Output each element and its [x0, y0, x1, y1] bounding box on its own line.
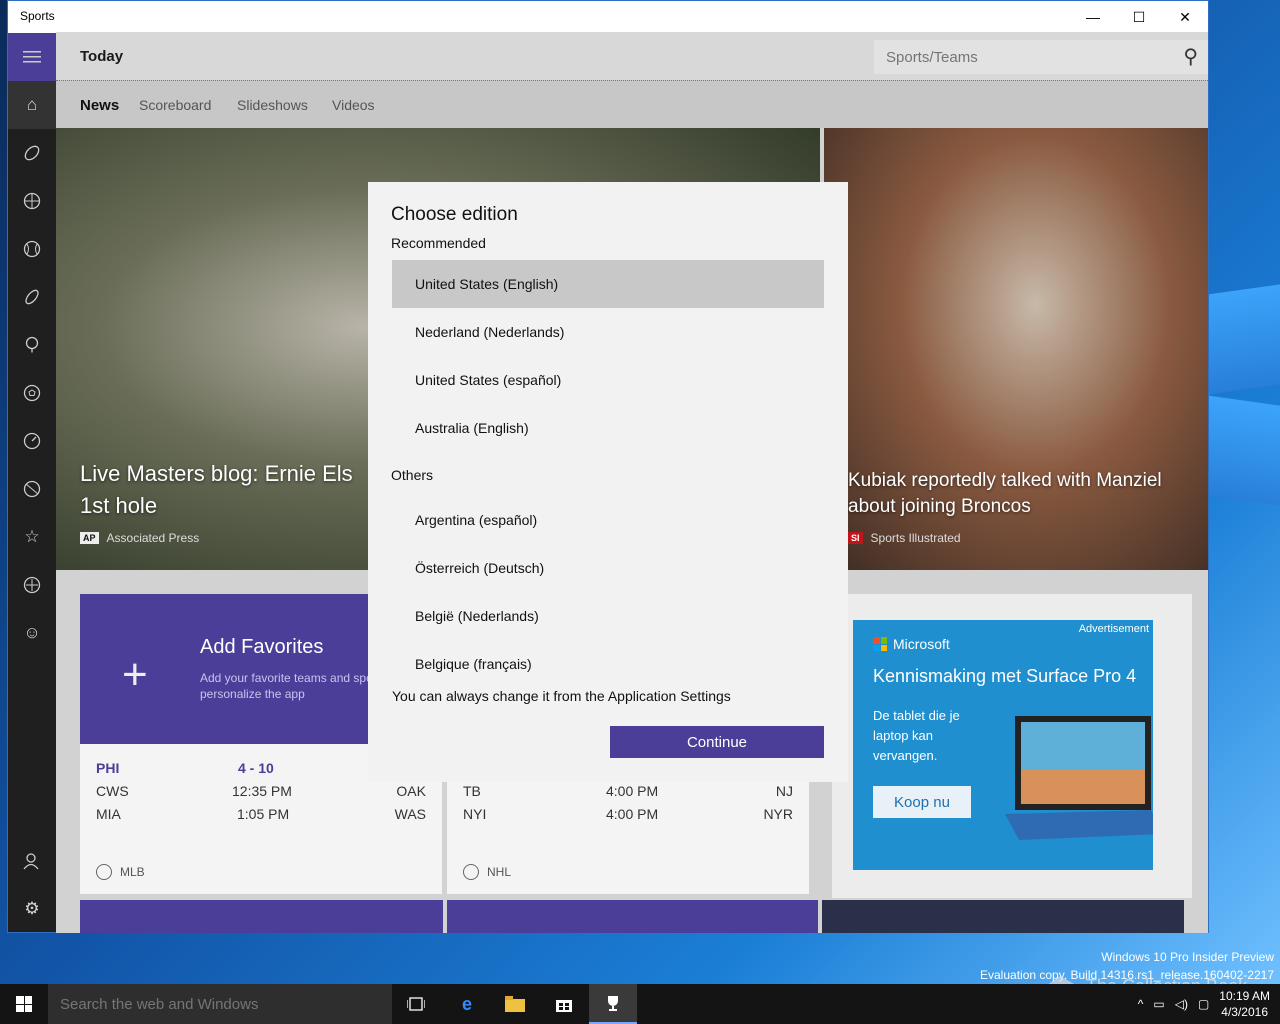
buy-now-button[interactable]: Koop nu: [873, 786, 971, 818]
score-row: TB 4:00 PM NJ: [463, 783, 793, 799]
choose-edition-dialog: Choose edition Recommended United States…: [368, 182, 848, 782]
cortana-search-input[interactable]: [48, 984, 378, 1024]
edition-option-us-spanish[interactable]: United States (español): [392, 356, 824, 404]
volume-icon[interactable]: ◁): [1175, 997, 1188, 1011]
tab-slideshows[interactable]: Slideshows: [237, 97, 308, 113]
task-view-icon[interactable]: [392, 984, 440, 1024]
advertisement[interactable]: Advertisement Microsoft Kennismaking met…: [853, 620, 1153, 870]
hamburger-icon[interactable]: [8, 33, 56, 81]
taskbar-search: [48, 984, 392, 1024]
network-icon[interactable]: ▭: [1153, 997, 1164, 1011]
source-name: Associated Press: [106, 531, 200, 545]
edition-option-be-french[interactable]: Belgique (français): [392, 640, 824, 688]
hero-headline[interactable]: Kubiak reportedly talked with Manziel ab…: [848, 468, 1162, 520]
hero-story-right[interactable]: Kubiak reportedly talked with Manziel ab…: [824, 128, 1208, 570]
app-header: Today ⚲: [56, 32, 1208, 80]
hero-headline[interactable]: Live Masters blog: Ernie Els 1st hole: [80, 458, 353, 522]
score-row: MIA 1:05 PM WAS: [96, 806, 426, 822]
settings-icon[interactable]: ⚙: [8, 885, 56, 932]
system-tray: ^ ▭ ◁) ▢ 10:19 AM 4/3/2016: [1138, 984, 1280, 1024]
clock-date: 4/3/2016: [1221, 1005, 1268, 1019]
source-name: Sports Illustrated: [870, 531, 961, 545]
edition-option-at-german[interactable]: Österreich (Deutsch): [392, 544, 824, 592]
hero-source: AP Associated Press: [80, 531, 199, 545]
file-explorer-icon[interactable]: [491, 984, 539, 1024]
account-icon[interactable]: [8, 837, 56, 885]
source-logo: AP: [80, 532, 99, 544]
chevron-up-icon[interactable]: ^: [1138, 997, 1144, 1011]
source-logo: SI: [848, 532, 863, 544]
edition-option-nl-dutch[interactable]: Nederland (Nederlands): [392, 308, 824, 356]
store-icon[interactable]: [540, 984, 588, 1024]
edition-option-au-english[interactable]: Australia (English): [392, 404, 824, 452]
golf-icon[interactable]: [8, 321, 56, 369]
photo-tile[interactable]: [822, 900, 1184, 933]
promo-tile[interactable]: [80, 900, 443, 933]
home-icon[interactable]: ⌂: [8, 81, 56, 129]
basketball-icon[interactable]: [8, 177, 56, 225]
tab-bar: News Scoreboard Slideshows Videos: [56, 80, 1208, 128]
racing-icon[interactable]: [8, 417, 56, 465]
search-input[interactable]: [874, 40, 1154, 74]
windows-icon: [16, 996, 32, 1012]
recommended-heading: Recommended: [391, 235, 486, 251]
ad-headline: Kennismaking met Surface Pro 4: [873, 666, 1137, 686]
continue-button[interactable]: Continue: [610, 726, 824, 758]
sports-app-icon[interactable]: [589, 984, 637, 1024]
window-title: Sports: [20, 9, 55, 23]
ad-body: De tablet die je laptop kan vervangen.: [873, 708, 960, 763]
tab-scoreboard[interactable]: Scoreboard: [139, 97, 211, 113]
ad-label: Advertisement: [1078, 623, 1149, 635]
action-center-icon[interactable]: ▢: [1198, 997, 1209, 1011]
hockey-icon: [463, 864, 479, 880]
others-heading: Others: [391, 467, 434, 483]
score-row: NYI 4:00 PM NYR: [463, 806, 793, 822]
edition-option-us-english[interactable]: United States (English): [392, 260, 824, 308]
sports-list-icon[interactable]: [8, 561, 56, 609]
minimize-button[interactable]: —: [1070, 1, 1116, 33]
clock-time: 10:19 AM: [1219, 989, 1270, 1003]
tennis-icon[interactable]: [8, 465, 56, 513]
clock[interactable]: 10:19 AM 4/3/2016: [1219, 988, 1270, 1020]
score-row: CWS 12:35 PM OAK: [96, 783, 426, 799]
baseball-icon[interactable]: [8, 225, 56, 273]
tab-news[interactable]: News: [80, 97, 119, 114]
page-title: Today: [80, 48, 124, 65]
taskbar: e ^ ▭ ◁) ▢ 10:19 AM 4/3/2016: [0, 984, 1280, 1024]
tab-videos[interactable]: Videos: [332, 97, 375, 113]
nav-rail: ⌂ ☆ ☺ ⚙: [8, 33, 56, 932]
settings-note: You can always change it from the Applic…: [392, 688, 731, 704]
surface-laptop-image: [1005, 716, 1153, 840]
promo-tile[interactable]: [447, 900, 818, 933]
edition-option-be-dutch[interactable]: België (Nederlands): [392, 592, 824, 640]
hero-source: SI Sports Illustrated: [848, 531, 961, 545]
maximize-button[interactable]: ☐: [1116, 1, 1162, 33]
close-button[interactable]: ✕: [1162, 1, 1208, 33]
dialog-title: Choose edition: [391, 204, 518, 225]
start-button[interactable]: [0, 984, 48, 1024]
search-icon[interactable]: ⚲: [1183, 44, 1198, 69]
edition-option-ar-spanish[interactable]: Argentina (español): [392, 496, 824, 544]
favorites-icon[interactable]: ☆: [8, 513, 56, 561]
baseball-icon: [96, 864, 112, 880]
hockey-icon[interactable]: [8, 273, 56, 321]
microsoft-logo: Microsoft: [873, 636, 950, 652]
smiley-icon[interactable]: ☺: [8, 609, 56, 657]
watermark-edition: Windows 10 Pro Insider Preview: [1101, 950, 1274, 964]
team-search: ⚲: [874, 40, 1208, 74]
soccer-icon[interactable]: [8, 369, 56, 417]
football-icon[interactable]: [8, 129, 56, 177]
title-bar: Sports — ☐ ✕: [8, 1, 1208, 33]
plus-icon: +: [122, 650, 148, 699]
league-label: MLB: [96, 864, 145, 880]
favorites-title: Add Favorites: [200, 636, 324, 658]
edge-icon[interactable]: e: [443, 984, 491, 1024]
league-label: NHL: [463, 864, 511, 880]
